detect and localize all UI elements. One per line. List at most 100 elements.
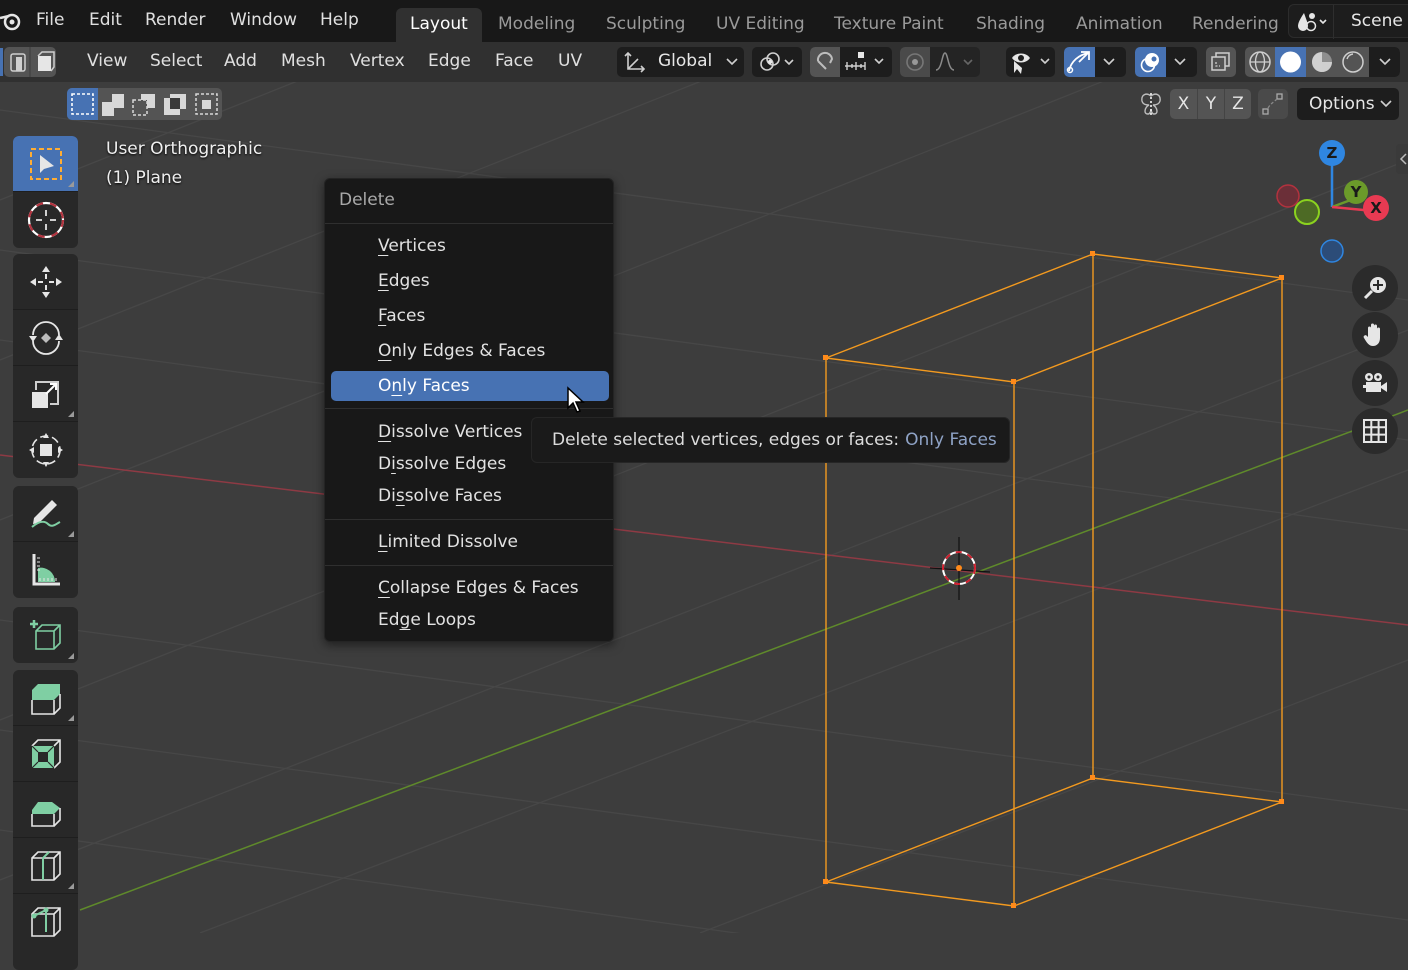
inset-icon [30,738,61,769]
select-mode-subtract[interactable] [129,88,160,120]
proportional-icon [906,53,924,71]
shading-options-dropdown[interactable] [1369,47,1400,77]
toggle-perspective-button[interactable] [1352,408,1398,454]
shading-rendered[interactable] [1338,47,1368,77]
menu-item-label: imited Dissolve [387,532,518,552]
object-mode-icon [10,47,55,77]
menu-mesh[interactable]: Mesh [281,51,326,71]
auto-merge-toggle[interactable] [1258,89,1288,119]
tool-extrude-region[interactable] [13,670,78,726]
tool-rotate[interactable] [13,310,78,366]
menu-item-faces[interactable]: Faces [331,301,609,331]
menu-item-collapse-edges-faces[interactable]: Collapse Edges & Faces [331,573,609,603]
snap-increment-icon[interactable] [843,49,891,75]
menu-view[interactable]: View [87,51,127,71]
mirror-z-toggle[interactable]: Z [1224,89,1251,119]
menu-select[interactable]: Select [150,51,202,71]
chevron-down-icon[interactable] [1102,58,1116,66]
zoom-view-button[interactable] [1352,265,1398,311]
tab-modeling[interactable]: Modeling [484,8,589,42]
mnemonic: s [395,486,405,506]
mode-toggle[interactable] [4,47,56,77]
gizmo-neg-x[interactable] [1276,184,1300,208]
shading-material[interactable] [1307,47,1337,77]
tool-variants-indicator [68,531,74,537]
tab-uv-editing[interactable]: UV Editing [702,8,819,42]
shading-solid[interactable] [1275,47,1306,77]
tab-animation[interactable]: Animation [1062,8,1177,42]
grid-icon [1363,419,1387,443]
mirror-y-toggle[interactable]: Y [1197,89,1224,119]
3d-viewport[interactable]: User Orthographic (1) Plane X Y Z Option… [0,82,1408,970]
menu-uv[interactable]: UV [558,51,582,71]
chevron-down-icon[interactable] [1173,58,1187,66]
tool-knife[interactable] [13,894,78,950]
gizmo-x-axis[interactable]: X [1363,195,1389,221]
proportional-toggle[interactable] [900,47,930,77]
tool-scale[interactable] [13,366,78,422]
tool-bevel[interactable] [13,782,78,838]
menu-item-only-edges-faces[interactable]: Only Edges & Faces [331,336,609,366]
xray-toggle[interactable] [1206,47,1236,77]
scene-selector[interactable]: Scene [1288,4,1408,39]
camera-view-button[interactable] [1352,360,1398,406]
menu-item-dissolve-faces[interactable]: Dissolve Faces [331,481,609,511]
tab-texture-paint[interactable]: Texture Paint [820,8,958,42]
falloff-icon[interactable] [934,50,978,74]
menu-item-vertices[interactable]: Vertices [331,231,609,261]
mirror-x-toggle[interactable]: X [1170,89,1197,119]
menu-edge[interactable]: Edge [428,51,471,71]
gizmo-neg-z[interactable] [1320,239,1344,263]
menu-file[interactable]: File [36,10,64,30]
magnet-icon [816,51,834,70]
toolbar-group-annotate [13,486,78,598]
tab-shading[interactable]: Shading [962,8,1059,42]
mirror-butterfly-icon[interactable] [1138,92,1164,118]
options-dropdown[interactable]: Options [1297,88,1399,120]
menu-item-edges[interactable]: Edges [331,266,609,296]
scene-name[interactable]: Scene [1351,11,1403,31]
menu-window[interactable]: Window [230,10,297,30]
tab-rendering[interactable]: Rendering [1178,8,1278,42]
menu-render[interactable]: Render [145,10,206,30]
menu-item-label-prefix: O [378,376,392,396]
gizmo-neg-y[interactable] [1294,199,1320,225]
menu-item-edge-loops[interactable]: Edge Loops [331,605,609,635]
select-new-icon [71,93,94,115]
menu-item-label: dges [388,271,430,291]
menu-edit[interactable]: Edit [89,10,122,30]
menu-item-limited-dissolve[interactable]: Limited Dissolve [331,527,609,557]
menu-add[interactable]: Add [224,51,257,71]
select-mode-intersect[interactable] [191,88,222,120]
tab-layout[interactable]: Layout [396,8,482,42]
overlays-toggle[interactable] [1135,47,1166,77]
pivot-point-dropdown[interactable] [752,47,802,77]
scale-icon [31,380,59,408]
tool-annotate[interactable] [13,486,78,542]
select-mode-extend[interactable] [98,88,129,120]
select-mode-invert[interactable] [160,88,191,120]
menu-help[interactable]: Help [320,10,359,30]
menu-vertex[interactable]: Vertex [350,51,405,71]
tool-cursor[interactable] [13,192,78,248]
tool-select-box[interactable] [13,136,78,192]
menu-face[interactable]: Face [495,51,533,71]
tool-variants-indicator [68,411,74,417]
tool-loop-cut[interactable] [13,838,78,894]
tool-inset-faces[interactable] [13,726,78,782]
select-extend-icon [102,94,124,116]
gizmo-z-axis[interactable]: Z [1319,140,1345,166]
selectability-visibility-dropdown[interactable] [1006,47,1055,77]
tool-transform[interactable] [13,422,78,478]
tab-sculpting[interactable]: Sculpting [592,8,699,42]
pan-view-button[interactable] [1352,312,1398,358]
tool-measure[interactable] [13,542,78,598]
select-mode-new[interactable] [67,88,98,120]
shading-wireframe[interactable] [1245,47,1275,77]
snap-toggle[interactable] [810,47,840,77]
tool-add-cube[interactable] [13,607,78,663]
tool-move[interactable] [13,254,78,310]
blender-logo-icon[interactable] [0,10,22,32]
transform-orientation-dropdown[interactable]: Global [617,47,744,77]
gizmo-toggle[interactable] [1064,47,1095,77]
